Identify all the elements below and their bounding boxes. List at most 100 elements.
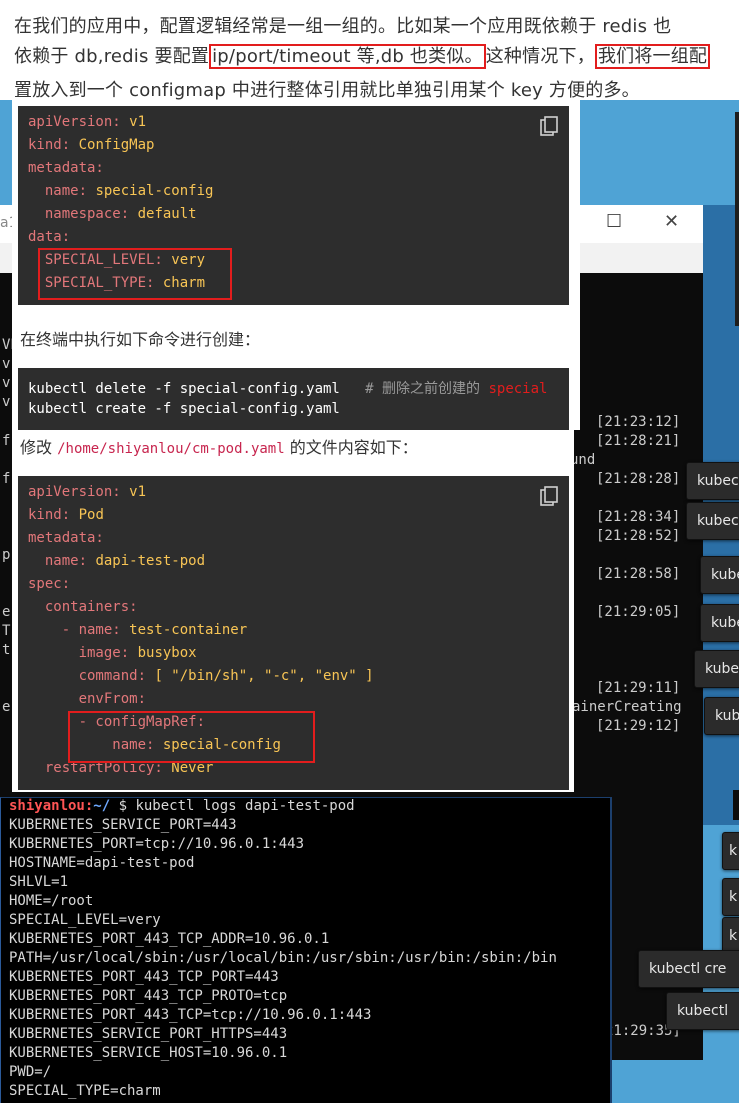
code-line: envFrom:	[28, 691, 146, 707]
yaml-value: ConfigMap	[70, 137, 155, 153]
tooltip: kube	[700, 604, 739, 642]
code-line: - name: test-container	[28, 622, 247, 638]
copy-icon[interactable]	[540, 116, 558, 136]
output-fragment: e	[2, 604, 11, 620]
instruction-text: 在终端中执行如下命令进行创建：	[20, 330, 261, 349]
code-line: name: dapi-test-pod	[28, 553, 205, 569]
file-path: /home/shiyanlou/cm-pod.yaml	[57, 441, 285, 457]
yaml-key: image:	[28, 645, 130, 661]
timestamp: [21:28:58]	[596, 566, 681, 582]
tooltip: kubectl	[666, 992, 739, 1030]
yaml-key: - name:	[28, 622, 121, 638]
terminal-output-line: KUBERNETES_PORT_443_TCP_ADDR=10.96.0.1	[9, 931, 330, 947]
configmap-snippet-panel: apiVersion: v1 kind: ConfigMap metadata: n…	[12, 100, 580, 430]
tooltip: k	[722, 878, 739, 916]
yaml-key: spec:	[28, 576, 71, 592]
yaml-key: name:	[28, 553, 88, 569]
article-text: 在我们的应用中，配置逻辑经常是一组一组的。比如某一个应用既依赖于 redis 也…	[0, 0, 739, 101]
output-fragment: e	[2, 699, 11, 715]
tooltip: kub	[704, 697, 739, 735]
terminal-output-line: KUBERNETES_SERVICE_PORT=443	[9, 817, 237, 833]
terminal-output-line: SPECIAL_LEVEL=very	[9, 912, 161, 928]
article-line-3: 置放入到一个 configmap 中进行整体引用就比单独引用某个 key 方便的…	[14, 80, 640, 101]
yaml-key: kind:	[28, 507, 71, 523]
prompt-path: ~/	[93, 798, 111, 814]
command-line: kubectl delete -f special-config.yaml # …	[28, 378, 547, 398]
pod-snippet-panel: 修改 /home/shiyanlou/cm-pod.yaml 的文件内容如下： …	[12, 430, 574, 792]
yaml-key: metadata:	[28, 160, 104, 176]
tooltip: kubectl cre	[638, 950, 739, 988]
yaml-value: Pod	[70, 507, 104, 523]
code-line: data:	[28, 229, 70, 245]
tooltip: kube	[694, 650, 739, 688]
command-comment: # 删除之前创建的	[365, 381, 489, 397]
timestamp: [21:23:12]	[596, 414, 681, 430]
close-button[interactable]: ✕	[664, 211, 679, 232]
pod-instruction: 修改 /home/shiyanlou/cm-pod.yaml 的文件内容如下：	[20, 434, 418, 458]
timestamp: [21:28:21]	[596, 433, 681, 449]
yaml-key: namespace:	[28, 206, 130, 222]
article-line-1: 在我们的应用中，配置逻辑经常是一组一组的。比如某一个应用既依赖于 redis 也	[14, 16, 672, 37]
code-line: containers:	[28, 599, 138, 615]
timestamp: [21:29:05]	[596, 604, 681, 620]
terminal-output-line: KUBERNETES_PORT_443_TCP_PORT=443	[9, 969, 279, 985]
pod-instruction-b: 的文件内容如下：	[284, 438, 418, 457]
code-line: namespace: default	[28, 206, 197, 222]
tooltip: k	[722, 832, 739, 870]
command-code-block: kubectl delete -f special-config.yaml # …	[18, 368, 569, 430]
code-line: command: [ "/bin/sh", "-c", "env" ]	[28, 668, 374, 684]
terminal-output-line: HOME=/root	[9, 893, 94, 909]
edge-window	[735, 112, 739, 326]
yaml-key: apiVersion:	[28, 114, 121, 130]
code-line: spec:	[28, 576, 70, 592]
terminal-output-line: PWD=/	[9, 1064, 52, 1080]
yaml-value: dapi-test-pod	[87, 553, 206, 569]
terminal-output-line: KUBERNETES_PORT_443_TCP_PROTO=tcp	[9, 988, 288, 1004]
yaml-value: v1	[120, 484, 147, 500]
terminal-output-line: KUBERNETES_PORT=tcp://10.96.0.1:443	[9, 836, 305, 852]
yaml-key: data:	[28, 229, 71, 245]
code-line: image: busybox	[28, 645, 197, 661]
code-line: name: special-config	[28, 183, 214, 199]
pod-instruction-a: 修改	[20, 438, 58, 457]
output-fragment: f	[2, 433, 11, 449]
code-line: kind: ConfigMap	[28, 137, 154, 153]
terminal-output-line: SPECIAL_TYPE=charm	[9, 1083, 161, 1099]
yaml-value: [ "/bin/sh", "-c", "env" ]	[146, 668, 374, 684]
highlight-group-config: 我们将一组配	[594, 44, 711, 69]
output-fragment: f	[2, 471, 11, 487]
terminal-prompt[interactable]: shiyanlou:~/ $ kubectl logs dapi-test-po…	[9, 798, 355, 814]
article-line-2-mid: 这种情况下，	[485, 46, 595, 67]
maximize-button[interactable]: ☐	[606, 211, 622, 232]
terminal-output-line: KUBERNETES_SERVICE_PORT_HTTPS=443	[9, 1026, 288, 1042]
yaml-key: apiVersion:	[28, 484, 121, 500]
highlight-data-keys	[38, 248, 232, 300]
article-line-2: 依赖于 db,redis 要配置 ip/port/timeout 等,db 也类似…	[14, 42, 711, 69]
timestamp: [21:28:28]	[596, 471, 681, 487]
timestamp: [21:28:52]	[596, 528, 681, 544]
timestamp: [21:28:34]	[596, 509, 681, 525]
yaml-key: command:	[28, 668, 147, 684]
code-line: metadata:	[28, 160, 104, 176]
command-comment-red: special	[488, 381, 548, 397]
terminal-window[interactable]: shiyanlou:~/ $ kubectl logs dapi-test-po…	[0, 797, 612, 1103]
timestamp: [21:29:11]	[596, 680, 681, 696]
output-fragment: t	[2, 642, 11, 658]
article-line-2-start: 依赖于 db,redis 要配置	[14, 46, 210, 67]
prompt-command: $ kubectl logs dapi-test-pod	[110, 798, 355, 814]
output-fragment: ainerCreating	[572, 699, 682, 715]
yaml-key: envFrom:	[28, 691, 147, 707]
output-fragment: T	[2, 623, 11, 639]
code-line: kind: Pod	[28, 507, 104, 523]
copy-icon[interactable]	[540, 486, 558, 506]
terminal-output-line: KUBERNETES_SERVICE_HOST=10.96.0.1	[9, 1045, 288, 1061]
yaml-key: containers:	[28, 599, 138, 615]
prompt-user: shiyanlou:	[9, 798, 94, 814]
yaml-key: name:	[28, 183, 88, 199]
code-line: apiVersion: v1	[28, 484, 146, 500]
highlight-ip-port: ip/port/timeout 等,db 也类似。	[209, 44, 486, 69]
tooltip: kubect	[686, 462, 739, 500]
output-fragment: p	[2, 547, 11, 563]
command-delete: kubectl delete -f special-config.yaml	[28, 381, 340, 397]
yaml-key: kind:	[28, 137, 71, 153]
